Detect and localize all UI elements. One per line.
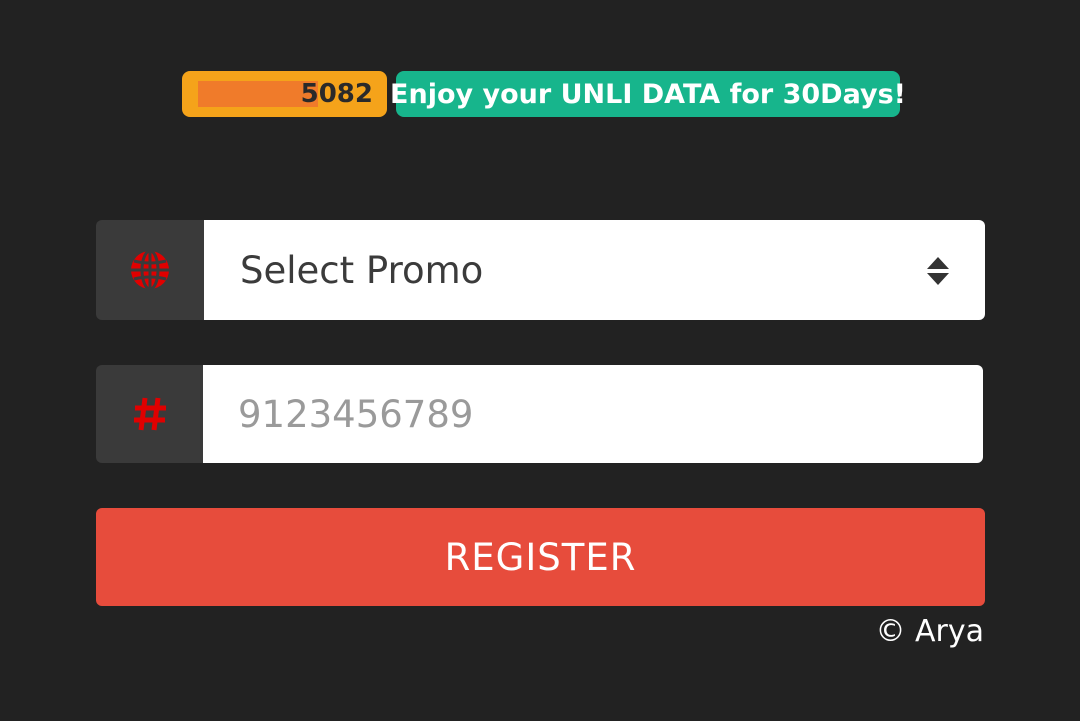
promo-select-group: Select Promo [96,220,985,320]
phone-number-badge: 5082 [182,71,387,117]
copyright-text: © Arya [875,614,984,649]
hash-icon [133,397,166,431]
promo-addon [96,220,204,320]
header-badges: 5082 Enjoy your UNLI DATA for 30Days! [182,71,906,117]
phone-number-field [203,365,983,463]
page: 5082 Enjoy your UNLI DATA for 30Days! Se… [0,0,1080,721]
promo-select-value: Select Promo [240,248,484,292]
phone-number-input[interactable] [203,365,983,463]
promo-badge: Enjoy your UNLI DATA for 30Days! [390,71,906,117]
phone-number-group [96,365,983,463]
phone-number-text: 5082 [300,79,373,109]
select-arrows-icon [927,257,949,285]
promo-select[interactable]: Select Promo [204,220,985,320]
number-addon [96,365,203,463]
register-button[interactable]: REGISTER [96,508,985,606]
globe-icon [131,249,169,291]
